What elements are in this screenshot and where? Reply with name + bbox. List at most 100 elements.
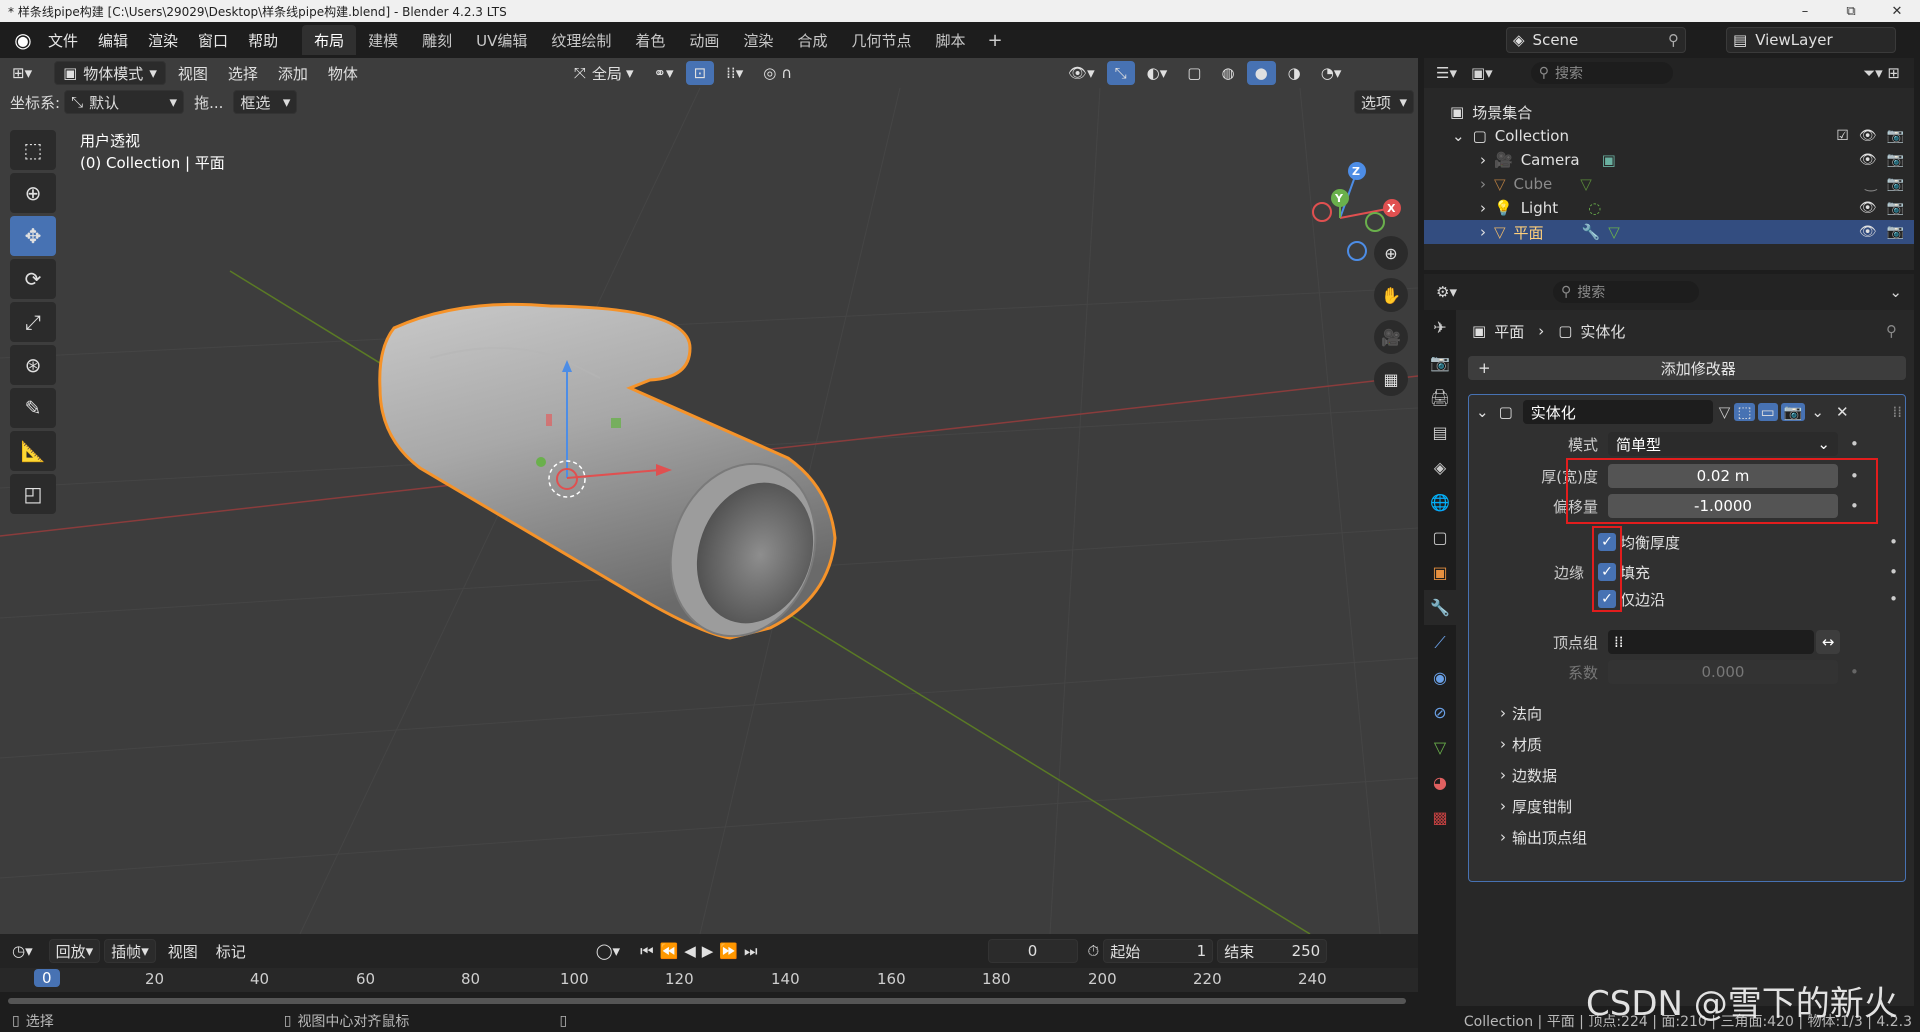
outliner-scene-collection[interactable]: ▣ 场景集合 (1424, 100, 1914, 124)
outliner-item-light[interactable]: › 💡 Light ◌ 👁 📷 (1424, 196, 1914, 220)
properties-editor-icon[interactable]: ⚙▾ (1436, 283, 1457, 301)
outliner-editor-icon[interactable]: ☰▾ (1436, 64, 1457, 82)
output-tab-icon[interactable]: 🖨 (1424, 380, 1456, 415)
view-layer-tab-icon[interactable]: ▤ (1424, 415, 1456, 450)
menu-window[interactable]: 窗口 (188, 22, 238, 58)
menu-help[interactable]: 帮助 (238, 22, 288, 58)
light-data-icon[interactable]: ◌ (1588, 199, 1601, 217)
playback-controls-icon[interactable]: ⏮⏪◀▶⏩⏭ (640, 942, 763, 960)
tab-scripting[interactable]: 脚本 (923, 25, 977, 55)
filter-icon[interactable]: ⏷▾ ⊞ (1863, 64, 1900, 82)
pivot-icon[interactable]: ⚭▾ (645, 61, 681, 85)
current-frame-field[interactable]: 0 (987, 939, 1078, 963)
add-workspace-icon[interactable]: + (977, 30, 1012, 51)
chevron-down-icon[interactable]: ⌄ (1811, 403, 1824, 421)
menu-view[interactable]: 视图 (170, 61, 216, 85)
rotate-tool-icon[interactable]: ⟳ (10, 259, 56, 299)
edit-mode-toggle-icon[interactable]: ▽ (1719, 403, 1731, 421)
rendered-shading-icon[interactable]: ◔▾ (1313, 61, 1350, 85)
overlay-icon[interactable]: ◐▾ (1139, 61, 1176, 85)
keyframe-dot-icon[interactable]: • (1850, 663, 1859, 681)
camera-render-icon[interactable]: 📷 (1887, 224, 1904, 240)
scene-selector[interactable]: ◈ Scene ⚲ (1506, 27, 1686, 53)
outliner-collection[interactable]: ⌄ ▢ Collection ☑ 👁 📷 (1424, 124, 1914, 148)
tab-animation[interactable]: 动画 (677, 25, 731, 55)
keyframe-dot-icon[interactable]: • (1889, 590, 1898, 608)
keyframe-dot-icon[interactable]: • (1850, 435, 1859, 453)
outliner-item-cube[interactable]: › ▽ Cube ▽ ‿ 📷 (1424, 172, 1914, 196)
3d-viewport[interactable]: Z X Y ⊞▾ ▣ 物体模式 ▾ 视图 选择 添加 物体 ⤧ 全局 ▾ ⚭▾ … (0, 58, 1418, 934)
marker-menu[interactable]: 标记 (216, 941, 246, 962)
select-mode-dropdown[interactable]: 框选 ▾ (233, 90, 298, 114)
tab-layout[interactable]: 布局 (302, 25, 357, 55)
snap-target-icon[interactable]: ⁞⁞▾ (718, 61, 751, 85)
select-box-tool-icon[interactable]: ⬚ (10, 130, 56, 170)
close-window-button[interactable]: ✕ (1874, 0, 1920, 22)
keying-menu[interactable]: 插帧 ▾ (104, 939, 156, 963)
tab-compositing[interactable]: 合成 (785, 25, 839, 55)
scale-tool-icon[interactable]: ⤢ (10, 302, 56, 342)
perspective-grid-icon[interactable]: ▦ (1374, 362, 1408, 396)
collection-tab-icon[interactable]: ▢ (1424, 520, 1456, 555)
subpanel-edge-data[interactable]: › 边数据 (1500, 762, 1557, 788)
camera-render-icon[interactable]: 📷 (1887, 200, 1904, 216)
tab-uv-editing[interactable]: UV编辑 (464, 25, 539, 55)
properties-search[interactable]: ⚲ 搜索 (1552, 281, 1699, 303)
timeline-editor-icon[interactable]: ◷▾ (12, 942, 33, 960)
stopwatch-icon[interactable]: ⏱ (1088, 942, 1100, 960)
eye-icon[interactable]: 👁 (1859, 200, 1877, 216)
world-tab-icon[interactable]: 🌐 (1424, 485, 1456, 520)
add-cube-tool-icon[interactable]: ◰ (10, 474, 56, 514)
cursor-tool-icon[interactable]: ⊕ (10, 173, 56, 213)
camera-data-icon[interactable]: ▣ (1602, 151, 1616, 169)
texture-tab-icon[interactable]: ▩ (1424, 800, 1456, 835)
menu-select[interactable]: 选择 (220, 61, 266, 85)
menu-object[interactable]: 物体 (320, 61, 366, 85)
transform-orientation-dropdown[interactable]: ⤧ 全局 ▾ (566, 61, 642, 85)
coord-dropdown[interactable]: ⤡ 默认 ▾ (64, 90, 185, 114)
subpanel-materials[interactable]: › 材质 (1500, 731, 1542, 757)
mode-dropdown[interactable]: 简单型 ⌄ (1608, 432, 1838, 456)
chevron-right-icon[interactable]: › (1480, 223, 1486, 241)
wireframe-shading-icon[interactable]: ◍ (1213, 61, 1242, 85)
drag-handle-icon[interactable]: ⁞⁞ (1892, 403, 1902, 421)
outliner-item-camera[interactable]: › 🎥 Camera ▣ 👁 📷 (1424, 148, 1914, 172)
render-toggle-icon[interactable]: 📷 (1780, 403, 1806, 421)
tab-modeling[interactable]: 建模 (356, 25, 410, 55)
timeline-view-menu[interactable]: 视图 (168, 941, 198, 962)
editor-type-icon[interactable]: ⊞▾ (4, 61, 40, 85)
maximize-button[interactable]: ⧉ (1828, 0, 1874, 22)
snap-icon[interactable]: ⊡ (685, 61, 715, 85)
mesh-data-icon[interactable]: ▽ (1580, 175, 1592, 193)
constraints-tab-icon[interactable]: ⊘ (1424, 695, 1456, 730)
data-tab-icon[interactable]: ▽ (1424, 730, 1456, 765)
chevron-right-icon[interactable]: › (1480, 151, 1486, 169)
eye-icon[interactable]: 👁 (1859, 128, 1877, 144)
wrench-modifier-icon[interactable]: 🔧 (1582, 223, 1601, 241)
outliner-search[interactable]: ⚲ 搜索 (1530, 62, 1673, 84)
menu-add[interactable]: 添加 (270, 61, 316, 85)
material-tab-icon[interactable]: ◕ (1424, 765, 1456, 800)
camera-view-icon[interactable]: 🎥 (1374, 320, 1408, 354)
timeline-ruler[interactable]: 0 20 40 60 80 100 120 140 160 180 200 22… (0, 968, 1418, 992)
chevron-right-icon[interactable]: › (1480, 175, 1486, 193)
scene-tab-icon[interactable]: ◈ (1424, 450, 1456, 485)
close-icon[interactable]: ✕ (1836, 403, 1849, 421)
material-shading-icon[interactable]: ◑ (1280, 61, 1309, 85)
mesh-data-icon[interactable]: ▽ (1608, 223, 1620, 241)
start-frame-field[interactable]: 起始 1 (1103, 939, 1214, 963)
checkbox-icon[interactable]: ☑ (1836, 128, 1849, 144)
particles-tab-icon[interactable]: ⟋ (1424, 625, 1456, 660)
chevron-down-icon[interactable]: ⌄ (1452, 127, 1465, 145)
proportional-edit-icon[interactable]: ◎ ∩ (755, 61, 800, 85)
menu-file[interactable]: 文件 (38, 22, 88, 58)
solid-shading-icon[interactable]: ● (1246, 61, 1276, 85)
move-tool-icon[interactable]: ✥ (10, 216, 56, 256)
visibility-icon[interactable]: 👁▾ (1060, 61, 1103, 85)
modifier-name-field[interactable]: 实体化 (1522, 400, 1713, 424)
eye-hidden-icon[interactable]: ‿ (1865, 176, 1876, 192)
tab-shading[interactable]: 着色 (623, 25, 677, 55)
pan-hand-icon[interactable]: ✋ (1374, 278, 1408, 312)
add-modifier-button[interactable]: + 添加修改器 (1468, 356, 1906, 380)
eye-icon[interactable]: 👁 (1859, 224, 1877, 240)
